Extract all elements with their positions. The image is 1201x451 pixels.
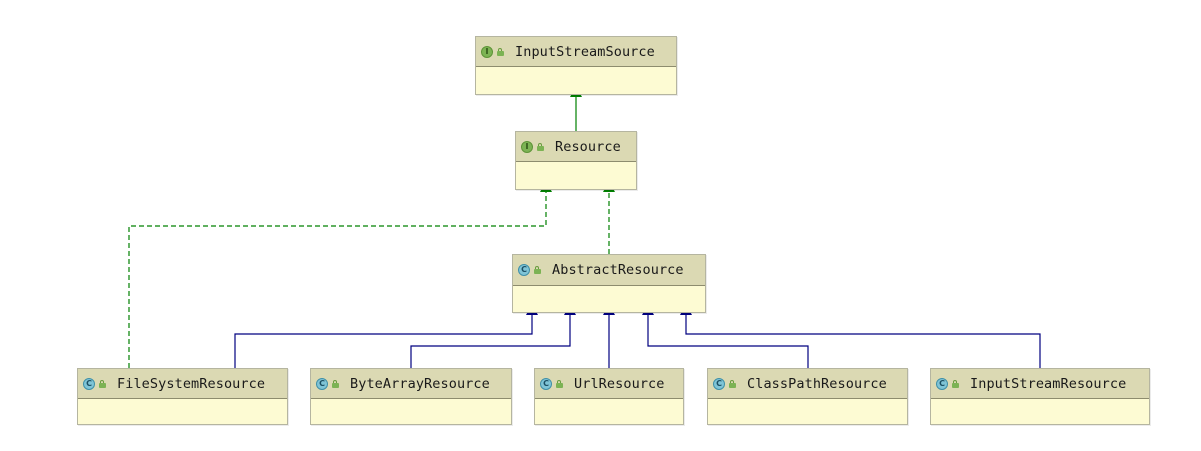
public-visibility-icon xyxy=(729,379,737,388)
class-icon: C xyxy=(540,377,552,390)
class-icon: C xyxy=(518,264,530,276)
edge-class-path-resource-extends-abstract-resource xyxy=(642,304,809,368)
node-header: I InputStreamSource xyxy=(476,37,676,67)
public-visibility-icon xyxy=(952,379,960,388)
node-file-system-resource[interactable]: C FileSystemResource xyxy=(77,368,288,425)
public-visibility-icon xyxy=(99,379,107,388)
node-header: C ByteArrayResource xyxy=(311,369,511,399)
interface-icon: I xyxy=(521,140,533,153)
node-resource[interactable]: I Resource xyxy=(515,131,637,190)
node-url-resource[interactable]: C UrlResource xyxy=(534,368,684,425)
public-visibility-icon xyxy=(534,266,542,274)
node-label: UrlResource xyxy=(574,375,665,392)
node-header: C FileSystemResource xyxy=(78,369,287,399)
public-visibility-icon xyxy=(556,379,564,388)
node-abstract-resource[interactable]: C AbstractResource xyxy=(512,254,706,313)
node-byte-array-resource[interactable]: C ByteArrayResource xyxy=(310,368,512,425)
node-label: ClassPathResource xyxy=(747,375,887,392)
node-header: C ClassPathResource xyxy=(708,369,907,399)
edge-input-stream-resource-extends-abstract-resource xyxy=(680,304,1041,368)
node-label: ByteArrayResource xyxy=(350,375,490,392)
uml-class-diagram: I InputStreamSource I Resource C Abstrac… xyxy=(0,0,1201,451)
node-header: C AbstractResource xyxy=(513,255,705,286)
edge-file-system-resource-extends-abstract-resource xyxy=(234,304,538,368)
public-visibility-icon xyxy=(537,142,545,151)
node-input-stream-source[interactable]: I InputStreamSource xyxy=(475,36,677,95)
node-label: InputStreamResource xyxy=(970,375,1127,392)
public-visibility-icon xyxy=(497,47,505,56)
public-visibility-icon xyxy=(332,379,340,388)
edge-byte-array-resource-extends-abstract-resource xyxy=(410,304,576,368)
node-header: I Resource xyxy=(516,132,636,162)
node-label: Resource xyxy=(555,138,621,155)
node-class-path-resource[interactable]: C ClassPathResource xyxy=(707,368,908,425)
node-label: InputStreamSource xyxy=(515,43,655,60)
node-header: C InputStreamResource xyxy=(931,369,1149,399)
interface-icon: I xyxy=(481,45,493,58)
class-icon: C xyxy=(316,377,328,390)
class-icon: C xyxy=(713,377,725,390)
node-header: C UrlResource xyxy=(535,369,683,399)
class-icon: C xyxy=(936,377,948,390)
class-icon: C xyxy=(83,377,95,390)
node-input-stream-resource[interactable]: C InputStreamResource xyxy=(930,368,1150,425)
node-label: AbstractResource xyxy=(552,262,684,278)
edge-file-system-resource-implements-resource xyxy=(128,181,552,368)
node-label: FileSystemResource xyxy=(117,375,266,392)
